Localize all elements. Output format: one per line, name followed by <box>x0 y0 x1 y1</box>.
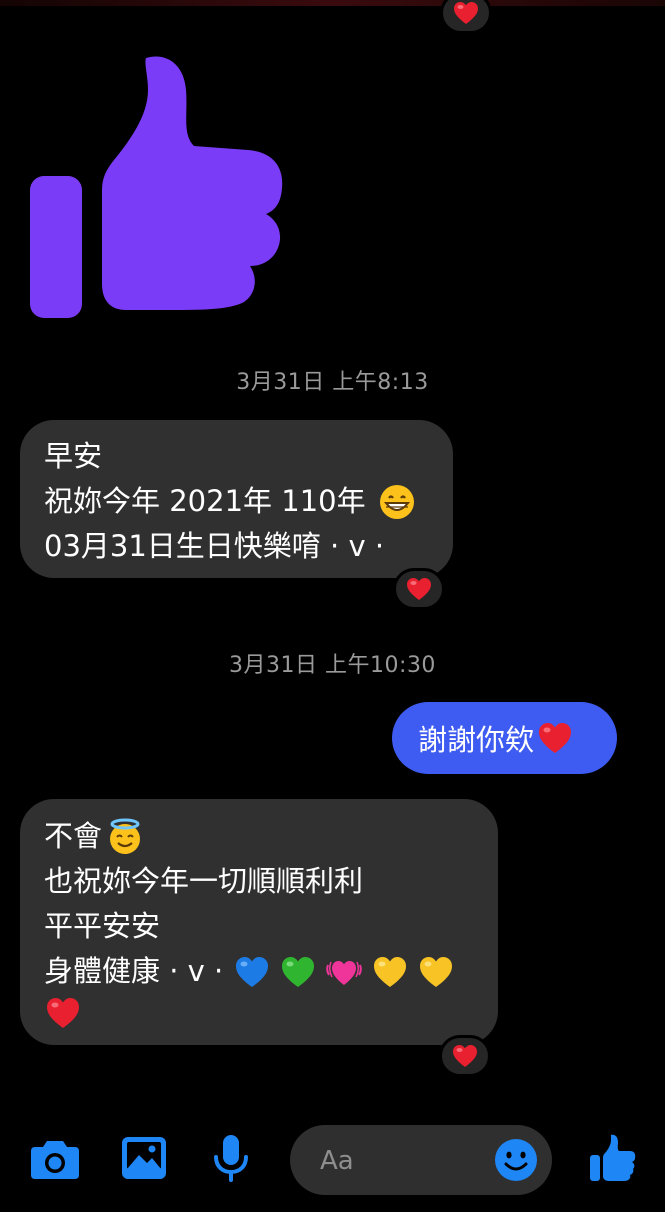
incoming-message-bubble[interactable]: 不會 也祝妳今年一切順順利利 平平安安 身體健康 · v · <box>20 799 498 1045</box>
gallery-button[interactable] <box>120 1134 168 1182</box>
message-input-box[interactable] <box>290 1125 552 1195</box>
thumbs-up-sticker <box>30 56 283 318</box>
message-line: 早安 <box>44 439 103 473</box>
reaction-badge[interactable] <box>393 568 445 610</box>
microphone-button[interactable] <box>208 1132 254 1184</box>
beating-heart-icon <box>326 960 363 985</box>
emoji-icon <box>495 1139 537 1181</box>
camera-button[interactable] <box>28 1135 82 1183</box>
yellow-heart-icon <box>374 956 407 987</box>
yellow-heart-icon <box>420 956 453 987</box>
emoji-button[interactable] <box>493 1137 539 1183</box>
green-heart-icon <box>282 956 315 987</box>
message-line: 03月31日生日快樂唷 · v · <box>44 529 385 563</box>
thumbs-up-icon <box>590 1134 636 1181</box>
message-text: 不會 <box>44 819 103 853</box>
message-text: 身體健康 · v · <box>44 954 224 988</box>
outgoing-message-bubble[interactable]: 謝謝你欸 <box>392 702 617 774</box>
message-line: 平平安安 <box>44 909 161 943</box>
thumbs-up-button[interactable] <box>588 1132 638 1184</box>
message-line <box>44 994 474 1032</box>
image-icon <box>122 1137 166 1179</box>
heart-icon <box>454 2 478 24</box>
message-text: 祝妳今年 2021年 110年 <box>44 484 366 518</box>
timestamp: 3月31日 上午8:13 <box>236 370 429 395</box>
message-line: 祝妳今年 2021年 110年 <box>44 479 429 524</box>
smiling-face-with-halo-icon <box>110 818 141 854</box>
composer-bar <box>0 1100 665 1212</box>
incoming-message-bubble[interactable]: 早安 祝妳今年 2021年 110年 03月31日生日快樂唷 · v · <box>20 420 453 578</box>
reaction-badge-top[interactable] <box>440 0 492 34</box>
heart-icon <box>407 578 431 600</box>
message-text: 謝謝你欸 <box>418 723 535 757</box>
timestamp: 3月31日 上午10:30 <box>229 653 436 678</box>
microphone-icon <box>214 1135 248 1182</box>
red-heart-icon <box>47 998 79 1028</box>
heart-icon <box>453 1045 477 1067</box>
red-heart-icon <box>539 723 572 753</box>
message-input[interactable] <box>318 1137 482 1185</box>
message-line: 也祝妳今年一切順順利利 <box>44 864 364 898</box>
blue-heart-icon <box>236 956 269 987</box>
grinning-face-icon <box>379 484 414 519</box>
message-line: 不會 <box>44 814 474 859</box>
reaction-badge[interactable] <box>439 1035 491 1077</box>
camera-icon <box>31 1141 79 1179</box>
message-line: 身體健康 · v · <box>44 949 474 994</box>
top-edge <box>0 0 665 6</box>
